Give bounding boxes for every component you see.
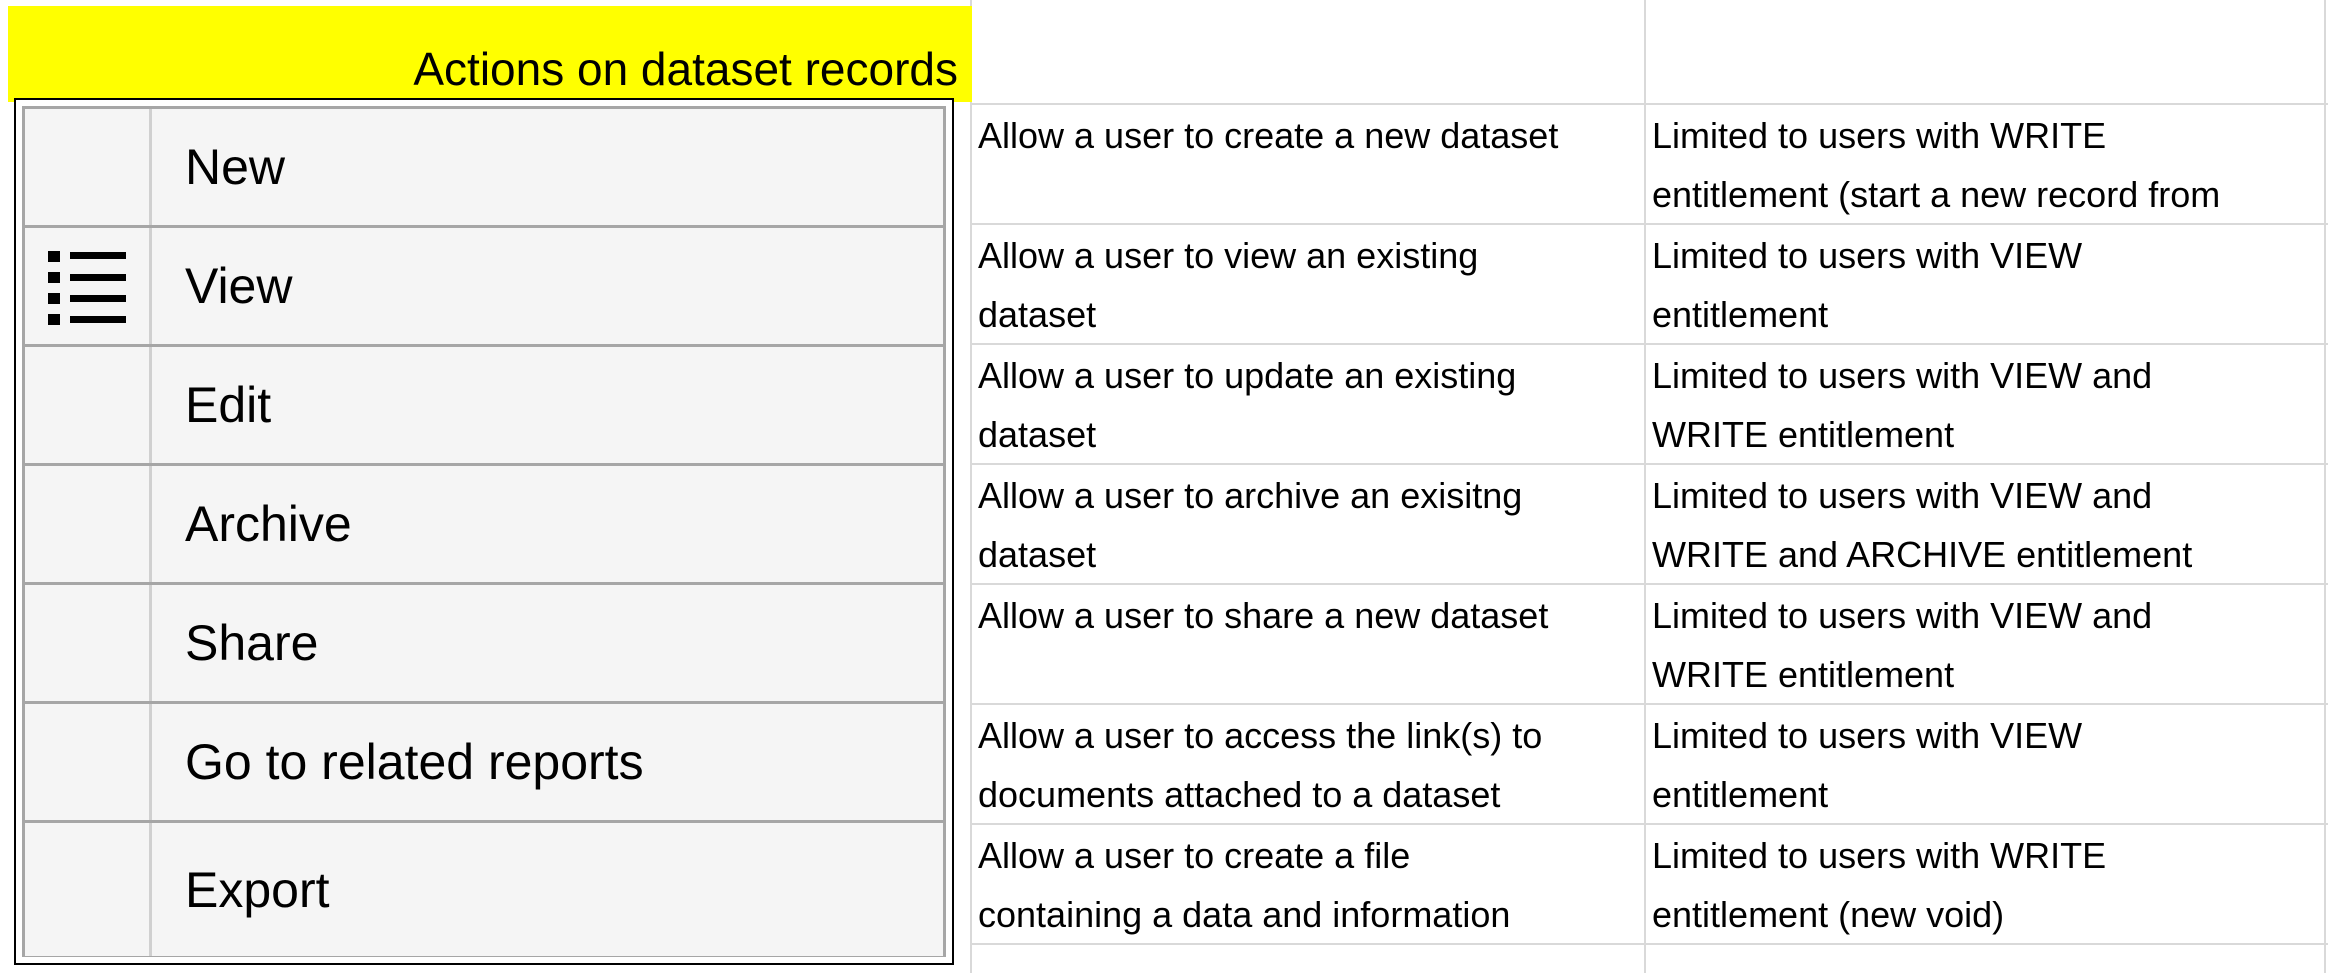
- menu-item-label: Go to related reports: [185, 734, 644, 790]
- grid-column-line: [1644, 0, 1646, 973]
- cell-line: dataset: [978, 294, 1097, 335]
- menu-item-new[interactable]: New: [25, 109, 943, 228]
- list-icon: [48, 251, 126, 325]
- cell-line: Allow a user to create a new dataset: [978, 115, 1559, 156]
- cell-line: entitlement (start a new record from: [1652, 174, 2221, 215]
- limit-cell[interactable]: Limited to users with WRITE entitlement …: [1652, 826, 2326, 944]
- cell-line: Allow a user to view an existing: [978, 235, 1479, 276]
- description-cell[interactable]: Allow a user to create a file containing…: [978, 826, 1640, 944]
- menu-item-gutter: [25, 823, 152, 956]
- menu-item-label: View: [185, 258, 293, 314]
- cell-line: Limited to users with VIEW and: [1652, 475, 2153, 516]
- cell-line: WRITE and ARCHIVE entitlement: [1652, 534, 2193, 575]
- title-cell[interactable]: Actions on dataset records: [8, 6, 972, 102]
- menu-item-gutter: [25, 109, 152, 225]
- cell-line: dataset: [978, 534, 1097, 575]
- cell-line: Limited to users with WRITE: [1652, 835, 2107, 876]
- cell-line: Limited to users with VIEW and: [1652, 595, 2153, 636]
- cell-line: dataset: [978, 414, 1097, 455]
- menu-item-archive[interactable]: Archive: [25, 466, 943, 585]
- cell-line: entitlement: [1652, 294, 1829, 335]
- cell-line: containing a data and information: [978, 894, 1511, 935]
- menu-item-label: Export: [185, 861, 330, 918]
- description-cell[interactable]: Allow a user to archive an exisitng data…: [978, 466, 1640, 584]
- menu-item-share[interactable]: Share: [25, 585, 943, 704]
- limit-cell[interactable]: Limited to users with VIEW entitlement: [1652, 706, 2326, 824]
- menu-item-gutter: [25, 466, 152, 582]
- menu-item-label: New: [185, 139, 286, 195]
- description-cell[interactable]: Allow a user to access the link(s) to do…: [978, 706, 1640, 824]
- menu-item-label: Archive: [185, 496, 352, 552]
- menu-item-view[interactable]: View: [25, 228, 943, 347]
- cell-line: WRITE entitlement: [1652, 414, 1955, 455]
- cell-line: Allow a user to access the link(s) to: [978, 715, 1543, 756]
- menu-item-related-reports[interactable]: Go to related reports: [25, 704, 943, 823]
- cell-line: WRITE entitlement: [1652, 654, 1955, 695]
- menu-item-gutter: [25, 585, 152, 701]
- menu-item-label: Share: [185, 615, 319, 671]
- description-cell[interactable]: Allow a user to view an existing dataset: [978, 226, 1640, 344]
- description-cell[interactable]: Allow a user to create a new dataset: [978, 106, 1640, 165]
- grid-row-line: [972, 103, 2328, 105]
- limit-cell[interactable]: Limited to users with VIEW entitlement: [1652, 226, 2326, 344]
- grid-column-line: [970, 0, 972, 973]
- cell-line: Allow a user to create a file: [978, 835, 1411, 876]
- cell-line: documents attached to a dataset: [978, 774, 1501, 815]
- cell-line: Allow a user to share a new dataset: [978, 595, 1549, 636]
- limit-cell[interactable]: Limited to users with VIEW and WRITE ent…: [1652, 346, 2326, 464]
- menu-item-gutter: [25, 347, 152, 463]
- limit-cell[interactable]: Limited to users with WRITE entitlement …: [1652, 106, 2326, 224]
- menu-item-label: Edit: [185, 377, 272, 433]
- context-menu-list: New View Edit Archive Share Go to relate…: [22, 106, 946, 957]
- cell-line: entitlement (new void): [1652, 894, 2005, 935]
- description-cell[interactable]: Allow a user to share a new dataset: [978, 586, 1640, 645]
- limit-cell[interactable]: Limited to users with VIEW and WRITE ent…: [1652, 586, 2326, 704]
- menu-item-edit[interactable]: Edit: [25, 347, 943, 466]
- cell-line: Limited to users with VIEW: [1652, 235, 2083, 276]
- cell-line: Limited to users with WRITE: [1652, 115, 2107, 156]
- menu-item-gutter: [25, 228, 152, 344]
- cell-line: Limited to users with VIEW: [1652, 715, 2083, 756]
- cell-line: Limited to users with VIEW and: [1652, 355, 2153, 396]
- limit-cell[interactable]: Limited to users with VIEW and WRITE and…: [1652, 466, 2326, 584]
- description-cell[interactable]: Allow a user to update an existing datas…: [978, 346, 1640, 464]
- cell-line: Allow a user to archive an exisitng: [978, 475, 1523, 516]
- cell-line: Allow a user to update an existing: [978, 355, 1517, 396]
- cell-line: entitlement: [1652, 774, 1829, 815]
- menu-item-gutter: [25, 704, 152, 820]
- menu-item-export[interactable]: Export: [25, 823, 943, 956]
- context-menu: New View Edit Archive Share Go to relate…: [14, 98, 954, 965]
- sheet-title: Actions on dataset records: [413, 43, 958, 95]
